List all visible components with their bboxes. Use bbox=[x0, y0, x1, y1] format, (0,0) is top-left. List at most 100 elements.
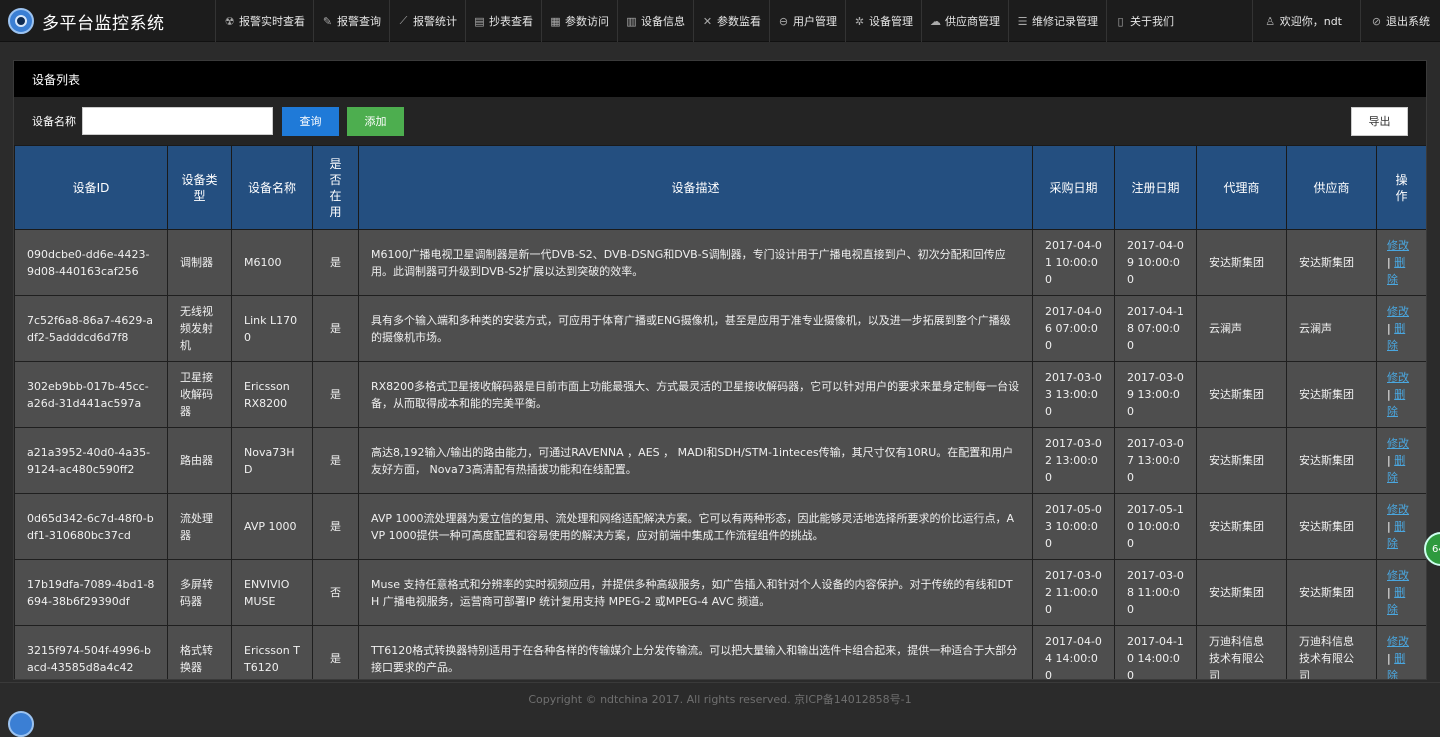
header-device-id[interactable]: 设备ID bbox=[14, 145, 168, 230]
header-in-use[interactable]: 是否在用 bbox=[312, 145, 359, 230]
cell-device-name: Link L1700 bbox=[231, 295, 313, 362]
header-register-date[interactable]: 注册日期 bbox=[1114, 145, 1197, 230]
header-supplier[interactable]: 供应商 bbox=[1286, 145, 1377, 230]
header-purchase-date[interactable]: 采购日期 bbox=[1032, 145, 1115, 230]
cell-register-date: 2017-04-10 14:00:00 bbox=[1114, 625, 1197, 679]
cell-device-id: 3215f974-504f-4996-bacd-43585d8a4c42 bbox=[14, 625, 168, 679]
cell-actions: 修改 | 删除 bbox=[1376, 493, 1426, 560]
cell-device-type: 多屏转码器 bbox=[167, 559, 232, 626]
edit-link[interactable]: 修改 bbox=[1387, 635, 1409, 648]
cell-purchase-date: 2017-04-01 10:00:00 bbox=[1032, 229, 1115, 296]
edit-link[interactable]: 修改 bbox=[1387, 305, 1409, 318]
cell-device-type: 卫星接收解码器 bbox=[167, 361, 232, 428]
footer-copyright: Copyright © ndtchina 2017. All rights re… bbox=[528, 693, 912, 706]
header-agent[interactable]: 代理商 bbox=[1196, 145, 1287, 230]
list-icon: ☰ bbox=[1017, 14, 1028, 28]
cell-device-name: Ericsson RX8200 bbox=[231, 361, 313, 428]
welcome-user[interactable]: ♙ 欢迎你，ndt bbox=[1251, 0, 1360, 42]
header-device-type[interactable]: 设备类型 bbox=[167, 145, 232, 230]
edit-link[interactable]: 修改 bbox=[1387, 371, 1409, 384]
logout-icon: ⊘ bbox=[1371, 14, 1382, 28]
cell-description: 高达8,192输入/输出的路由能力，可通过RAVENNA ，AES ， MADI… bbox=[358, 427, 1033, 494]
cell-device-type: 路由器 bbox=[167, 427, 232, 494]
table-row: 302eb9bb-017b-45cc-a26d-31d441ac597a 卫星接收… bbox=[14, 361, 1426, 428]
cell-register-date: 2017-04-09 10:00:00 bbox=[1114, 229, 1197, 296]
tools-icon: ✕ bbox=[702, 14, 713, 28]
cell-actions: 修改 | 删除 bbox=[1376, 361, 1426, 428]
edit-link[interactable]: 修改 bbox=[1387, 569, 1409, 582]
param-icon: ▦ bbox=[550, 14, 561, 28]
doc-icon: ▯ bbox=[1117, 14, 1124, 28]
cell-device-type: 无线视频发射机 bbox=[167, 295, 232, 362]
nav-item-param-monitor[interactable]: ✕ 参数监看 bbox=[693, 0, 769, 42]
table-row: 17b19dfa-7089-4bd1-8694-38b6f29390df 多屏转码… bbox=[14, 559, 1426, 626]
table-row: 3215f974-504f-4996-bacd-43585d8a4c42 格式转换… bbox=[14, 625, 1426, 679]
edit-link[interactable]: 修改 bbox=[1387, 503, 1409, 516]
cell-agent: 安达斯集团 bbox=[1196, 493, 1287, 560]
nav-item-alarm-realtime[interactable]: ☢ 报警实时查看 bbox=[215, 0, 313, 42]
cell-in-use: 是 bbox=[312, 295, 359, 362]
cell-agent: 安达斯集团 bbox=[1196, 361, 1287, 428]
add-button[interactable]: 添加 bbox=[347, 106, 404, 136]
nav-item-user-manage[interactable]: ⊖ 用户管理 bbox=[769, 0, 845, 42]
table-row: 7c52f6a8-86a7-4629-adf2-5adddcd6d7f8 无线视频… bbox=[14, 295, 1426, 362]
gear-icon: ✲ bbox=[854, 14, 865, 28]
cell-device-name: Nova73HD bbox=[231, 427, 313, 494]
cell-register-date: 2017-03-09 13:00:00 bbox=[1114, 361, 1197, 428]
top-navbar: 多平台监控系统 ☢ 报警实时查看 ✎ 报警查询 ⟋ 报警统计 ▤ 抄表查看 ▦ 参数访问 … bbox=[0, 0, 1440, 42]
cell-device-id: 0d65d342-6c7d-48f0-bdf1-310680bc37cd bbox=[14, 493, 168, 560]
cell-agent: 安达斯集团 bbox=[1196, 229, 1287, 296]
brand[interactable]: 多平台监控系统 bbox=[0, 0, 215, 42]
cell-supplier: 安达斯集团 bbox=[1286, 361, 1377, 428]
cell-agent: 万迪科信息技术有限公司 bbox=[1196, 625, 1287, 679]
cell-register-date: 2017-05-10 10:00:00 bbox=[1114, 493, 1197, 560]
cell-supplier: 云澜声 bbox=[1286, 295, 1377, 362]
nav-item-supplier-manage[interactable]: ☁ 供应商管理 bbox=[921, 0, 1008, 42]
edit-link[interactable]: 修改 bbox=[1387, 239, 1409, 252]
nav-item-meter-view[interactable]: ▤ 抄表查看 bbox=[465, 0, 541, 42]
cell-description: TT6120格式转换器特别适用于在各种各样的传输媒介上分发传输流。可以把大量输入… bbox=[358, 625, 1033, 679]
cell-device-name: Ericsson TT6120 bbox=[231, 625, 313, 679]
cell-agent: 云澜声 bbox=[1196, 295, 1287, 362]
cell-in-use: 否 bbox=[312, 559, 359, 626]
cell-supplier: 万迪科信息技术有限公司 bbox=[1286, 625, 1377, 679]
nav-right: ♙ 欢迎你，ndt ⊘ 退出系统 bbox=[1251, 0, 1440, 42]
cell-device-id: 7c52f6a8-86a7-4629-adf2-5adddcd6d7f8 bbox=[14, 295, 168, 362]
nav-item-alarm-stats[interactable]: ⟋ 报警统计 bbox=[389, 0, 465, 42]
cell-in-use: 是 bbox=[312, 493, 359, 560]
edit-link[interactable]: 修改 bbox=[1387, 437, 1409, 450]
nav-item-about[interactable]: ▯ 关于我们 bbox=[1106, 0, 1182, 42]
export-button[interactable]: 导出 bbox=[1351, 106, 1408, 136]
bar-chart-icon: ▥ bbox=[626, 14, 637, 28]
nav-item-param-access[interactable]: ▦ 参数访问 bbox=[541, 0, 617, 42]
nav-item-device-manage[interactable]: ✲ 设备管理 bbox=[845, 0, 921, 42]
user-icon: ⊖ bbox=[778, 14, 789, 28]
cell-agent: 安达斯集团 bbox=[1196, 427, 1287, 494]
query-icon: ✎ bbox=[322, 14, 333, 28]
cell-actions: 修改 | 删除 bbox=[1376, 295, 1426, 362]
table-row: a21a3952-40d0-4a35-9124-ac480c590ff2 路由器 N… bbox=[14, 427, 1426, 494]
nav-item-repair-manage[interactable]: ☰ 维修记录管理 bbox=[1008, 0, 1106, 42]
stats-icon: ⟋ bbox=[399, 14, 408, 27]
device-table: 设备ID 设备类型 设备名称 是否在用 设备描述 采购日期 注册日期 代理商 供… bbox=[14, 145, 1426, 679]
cell-description: AVP 1000流处理器为爱立信的复用、流处理和网络适配解决方案。它可以有两种形… bbox=[358, 493, 1033, 560]
nav-item-device-info[interactable]: ▥ 设备信息 bbox=[617, 0, 693, 42]
cell-in-use: 是 bbox=[312, 229, 359, 296]
cloud-icon: ☁ bbox=[930, 14, 941, 28]
cell-device-id: a21a3952-40d0-4a35-9124-ac480c590ff2 bbox=[14, 427, 168, 494]
cell-purchase-date: 2017-05-03 10:00:00 bbox=[1032, 493, 1115, 560]
nav-item-alarm-query[interactable]: ✎ 报警查询 bbox=[313, 0, 389, 42]
cell-register-date: 2017-03-07 13:00:00 bbox=[1114, 427, 1197, 494]
header-device-name[interactable]: 设备名称 bbox=[231, 145, 313, 230]
cell-device-type: 格式转换器 bbox=[167, 625, 232, 679]
alarm-icon: ☢ bbox=[224, 14, 235, 28]
footer: Copyright © ndtchina 2017. All rights re… bbox=[0, 682, 1440, 737]
query-button[interactable]: 查询 bbox=[282, 106, 339, 136]
cell-actions: 修改 | 删除 bbox=[1376, 559, 1426, 626]
device-name-input[interactable] bbox=[82, 107, 273, 135]
header-description[interactable]: 设备描述 bbox=[358, 145, 1033, 230]
cell-in-use: 是 bbox=[312, 427, 359, 494]
header-actions[interactable]: 操作 bbox=[1376, 145, 1426, 230]
cell-device-id: 17b19dfa-7089-4bd1-8694-38b6f29390df bbox=[14, 559, 168, 626]
logout-button[interactable]: ⊘ 退出系统 bbox=[1360, 0, 1440, 42]
